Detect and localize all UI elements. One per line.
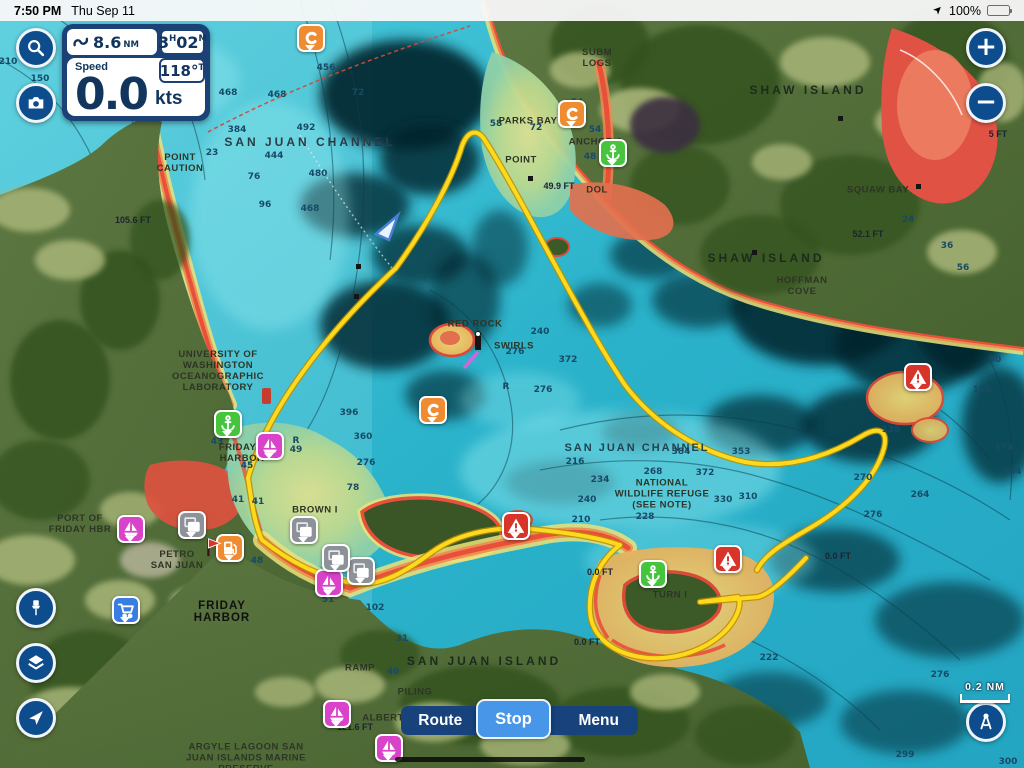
anchor-marker[interactable]: [214, 410, 242, 438]
battery-icon: [987, 5, 1010, 16]
locate-me-button[interactable]: [16, 698, 56, 738]
route-squiggle-icon: [71, 32, 91, 52]
warn-marker[interactable]: [502, 512, 530, 540]
warn-marker[interactable]: [904, 363, 932, 391]
stop-button[interactable]: Stop: [476, 699, 551, 739]
sail-marker[interactable]: [117, 515, 145, 543]
zoom-out-button[interactable]: −: [966, 83, 1006, 123]
eta-minutes-unit: M: [199, 34, 207, 44]
speed-value: 0.0: [75, 73, 147, 117]
anchor-marker[interactable]: [639, 560, 667, 588]
cart-icon: [115, 599, 137, 621]
heading-readout: 118° T: [159, 58, 205, 83]
chartplotter-app: SAN JUAN CHANNELPOINT CAUTION105.6 FTSHA…: [0, 0, 1024, 768]
chat-marker[interactable]: [297, 24, 325, 52]
map-scale-bar: 0.2 NM: [960, 681, 1010, 703]
distance-unit: NM: [123, 40, 139, 50]
scale-unit: NM: [987, 681, 1005, 693]
warn-icon: [717, 548, 739, 570]
flag-marker[interactable]: [201, 535, 227, 565]
flag-icon: [202, 536, 224, 558]
chat-icon: [300, 27, 322, 49]
anchor-icon: [217, 413, 239, 435]
chat-icon: [422, 399, 444, 421]
sail-icon: [378, 737, 400, 759]
photo-marker[interactable]: [178, 511, 206, 539]
plus-icon: +: [975, 34, 997, 60]
eta-minutes: 02: [176, 33, 198, 52]
warn-icon: [505, 515, 527, 537]
photo-icon: [293, 519, 315, 541]
eta-readout: 3 H 02 M: [160, 29, 205, 55]
status-date: Thu Sep 11: [71, 4, 135, 18]
home-indicator[interactable]: [395, 757, 585, 762]
photo-icon: [350, 560, 372, 582]
dividers-compass-icon: [975, 711, 997, 733]
search-icon: [25, 37, 47, 59]
speed-readout: Speed 0.0 kts 118° T: [67, 58, 205, 116]
layers-icon: [25, 652, 47, 674]
sail-marker[interactable]: [256, 432, 284, 460]
zoom-in-button[interactable]: +: [966, 28, 1006, 68]
warn-icon: [907, 366, 929, 388]
distance-value: 8.6: [93, 33, 121, 52]
measure-distance-button[interactable]: [966, 702, 1006, 742]
minus-icon: −: [975, 89, 997, 115]
chat-marker[interactable]: [558, 100, 586, 128]
pin-button[interactable]: [16, 588, 56, 628]
menu-button[interactable]: Menu: [560, 706, 639, 735]
battery-percent: 100%: [949, 4, 981, 18]
camera-icon: [25, 92, 47, 114]
photo-icon: [325, 547, 347, 569]
camera-button[interactable]: [16, 83, 56, 123]
layers-button[interactable]: [16, 643, 56, 683]
status-time: 7:50 PM: [14, 4, 61, 18]
pushpin-icon: [25, 597, 47, 619]
speed-unit: kts: [155, 88, 182, 110]
search-button[interactable]: [16, 28, 56, 68]
warn-marker[interactable]: [714, 545, 742, 573]
photo-icon: [181, 514, 203, 536]
eta-hours: 3: [158, 33, 169, 52]
heading-value: 118°: [160, 62, 199, 80]
anchor-icon: [602, 142, 624, 164]
scale-rule: [960, 694, 1010, 703]
chat-icon: [561, 103, 583, 125]
eta-hours-unit: H: [169, 34, 176, 44]
location-services-icon: ➤: [931, 3, 945, 17]
chat-marker[interactable]: [419, 396, 447, 424]
route-button[interactable]: Route: [401, 706, 480, 735]
distance-readout: 8.6 NM: [67, 29, 157, 55]
scale-value: 0.2: [965, 681, 983, 693]
anchor-marker[interactable]: [599, 139, 627, 167]
anchor-icon: [642, 563, 664, 585]
sail-icon: [326, 703, 348, 725]
location-arrow-icon: [25, 707, 47, 729]
photo-marker[interactable]: [322, 544, 350, 572]
photo-marker[interactable]: [347, 557, 375, 585]
ios-status-bar: 7:50 PM Thu Sep 11 ➤ 100%: [0, 0, 1024, 21]
photo-marker[interactable]: [290, 516, 318, 544]
sail-icon: [259, 435, 281, 457]
navigation-instrument-panel[interactable]: 8.6 NM 3 H 02 M Speed 0.0 kts 118° T: [62, 24, 210, 121]
sail-marker[interactable]: [323, 700, 351, 728]
sail-icon: [120, 518, 142, 540]
heading-unit: T: [199, 63, 205, 73]
cart-marker[interactable]: [112, 596, 140, 624]
